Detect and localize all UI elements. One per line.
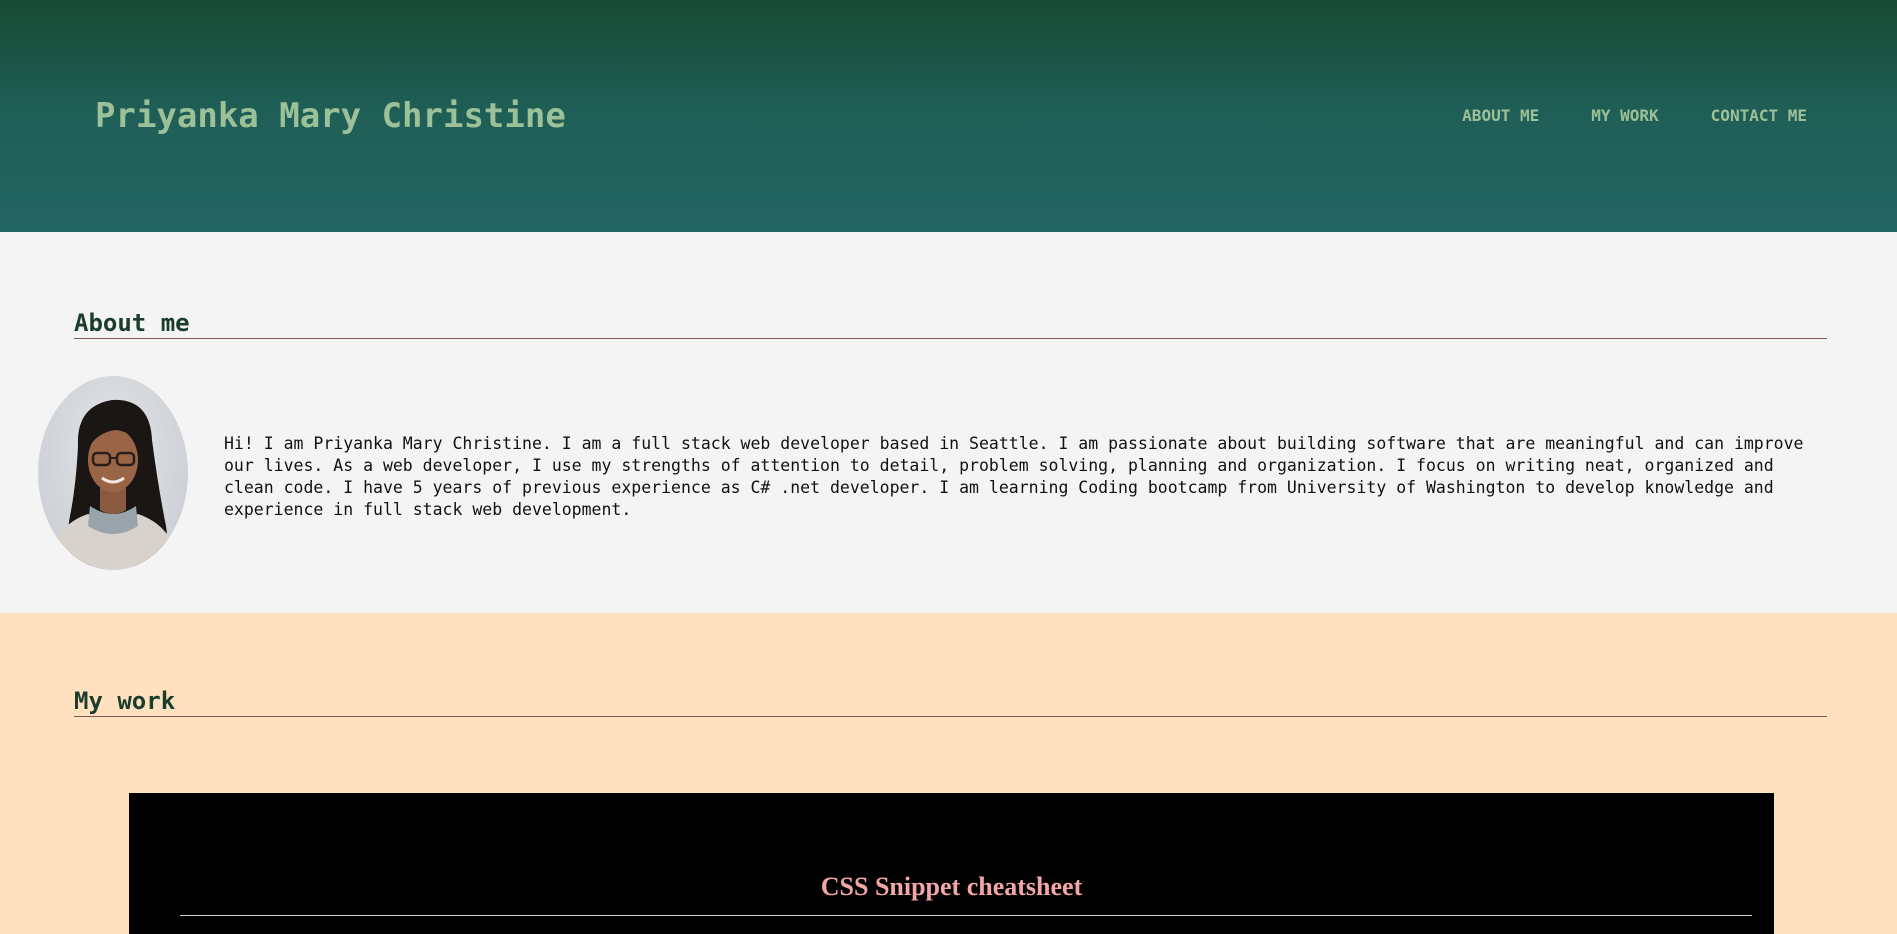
work-heading: My work (74, 687, 1827, 717)
nav-link-contact-me[interactable]: CONTACT ME (1711, 106, 1807, 125)
work-section: My work CSS Snippet cheatsheet (0, 613, 1897, 934)
profile-photo-icon (46, 399, 182, 570)
about-bio-text: Hi! I am Priyanka Mary Christine. I am a… (224, 434, 1804, 519)
site-title: Priyanka Mary Christine (95, 96, 566, 136)
project-divider (180, 915, 1752, 916)
main-nav: ABOUT ME MY WORK CONTACT ME (1462, 106, 1807, 125)
project-card-css-snippet-cheatsheet[interactable]: CSS Snippet cheatsheet (129, 793, 1774, 934)
about-heading: About me (74, 309, 1827, 339)
project-title: CSS Snippet cheatsheet (820, 872, 1083, 901)
profile-photo (38, 376, 188, 570)
about-section: About me Hi! I am Priyanka Mary Christin… (0, 232, 1897, 613)
nav-link-my-work[interactable]: MY WORK (1591, 106, 1658, 125)
nav-link-about-me[interactable]: ABOUT ME (1462, 106, 1539, 125)
site-header: Priyanka Mary Christine ABOUT ME MY WORK… (0, 0, 1897, 232)
